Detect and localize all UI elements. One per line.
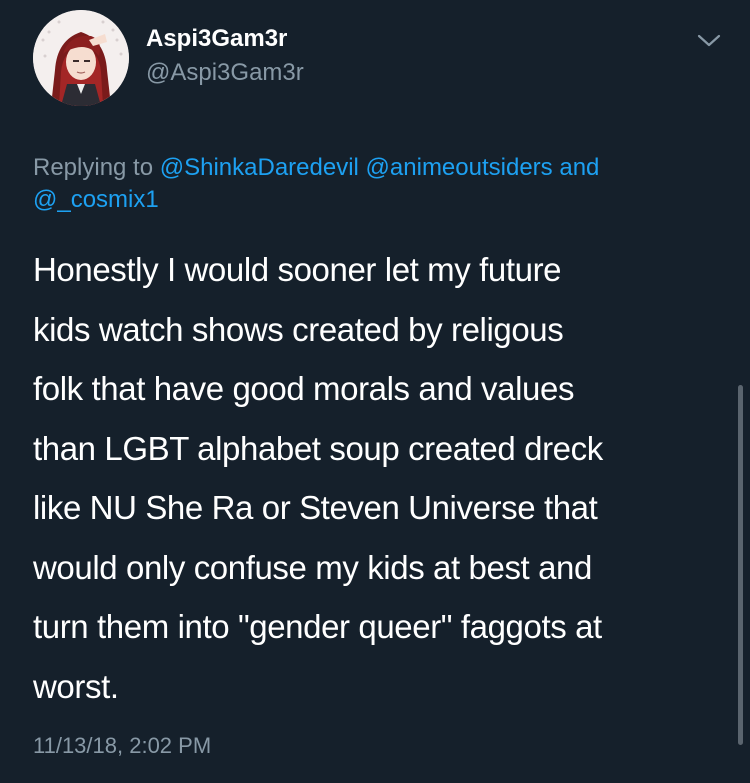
anime-character-avatar-icon — [33, 10, 129, 106]
scrollbar[interactable] — [738, 385, 743, 745]
tweet-text-line: Honestly I would sooner let my future — [33, 251, 562, 288]
author-display-name[interactable]: Aspi3Gam3r — [146, 24, 287, 54]
author-handle[interactable]: @Aspi3Gam3r — [146, 58, 304, 88]
chevron-down-icon — [697, 34, 721, 47]
tweet-text-line: than LGBT alphabet soup created dreck — [33, 429, 603, 467]
replying-to-label: Replying to — [33, 154, 154, 181]
tweet: Aspi3Gam3r @Aspi3Gam3r Replying to @Shin… — [0, 0, 750, 783]
tweet-text-line: would only confuse my kids at best and — [33, 548, 592, 586]
mention-link[interactable]: @animeoutsiders — [366, 154, 553, 181]
tweet-text-line: worst. — [33, 667, 119, 705]
tweet-text-line: turn them into "gender queer" faggots at — [33, 608, 602, 645]
tweet-text-line: kids watch shows created by religous — [33, 310, 564, 348]
replying-to-line: Replying to @ShinkaDaredevil @animeoutsi… — [33, 152, 733, 216]
tweet-timestamp[interactable]: 11/13/18, 2:02 PM — [33, 732, 211, 760]
tweet-menu-button[interactable] — [694, 28, 724, 52]
mention-link[interactable]: @ShinkaDaredevil — [160, 154, 359, 181]
avatar[interactable] — [33, 10, 129, 106]
mention-link[interactable]: @_cosmix1 — [33, 186, 159, 213]
tweet-text: Honestly I would sooner let my future ki… — [33, 240, 733, 716]
tweet-text-line: like NU She Ra or Steven Universe that — [33, 489, 598, 526]
mention-conjunction[interactable]: and — [559, 154, 599, 181]
tweet-text-line: folk that have good morals and values — [33, 370, 575, 407]
